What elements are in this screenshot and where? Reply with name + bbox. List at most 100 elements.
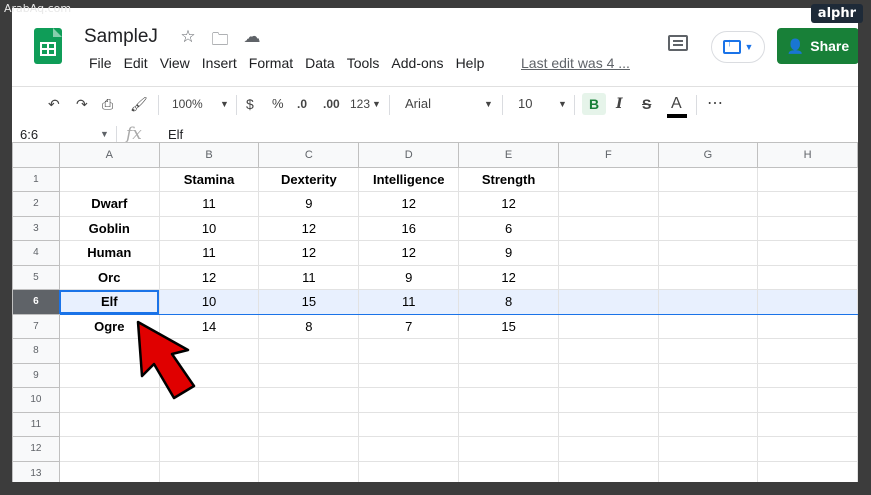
cell-c9[interactable] [258,362,360,388]
cell-f1[interactable] [557,166,659,192]
cell-b6[interactable]: 10 [158,289,260,315]
cell-g11[interactable] [657,411,759,437]
cell-d5[interactable]: 9 [358,264,460,290]
undo-icon[interactable]: ↶ [48,93,60,115]
column-header-a[interactable]: A [58,142,160,168]
cell-f2[interactable] [557,191,659,217]
cell-e3[interactable]: 6 [458,215,559,241]
menu-help[interactable]: Help [450,55,491,71]
cell-a6[interactable]: Elf [58,289,160,315]
menu-addons[interactable]: Add-ons [385,55,449,71]
row-header[interactable]: 3 [12,215,60,241]
cell-b2[interactable]: 11 [158,191,260,217]
cell-h4[interactable] [757,240,858,266]
cell-f13[interactable] [557,460,659,482]
cell-d4[interactable]: 12 [358,240,460,266]
cell-c5[interactable]: 11 [258,264,360,290]
increase-decimal-button[interactable]: .00 [323,93,340,115]
cell-b1[interactable]: Stamina [158,166,260,192]
cell-e7[interactable]: 15 [458,313,559,339]
more-formats-button[interactable]: 123 [350,93,370,115]
cell-f9[interactable] [557,362,659,388]
row-header[interactable]: 8 [12,338,60,364]
cell-e13[interactable] [458,460,559,482]
cell-e6[interactable]: 8 [458,289,559,315]
column-header-b[interactable]: B [158,142,260,168]
cell-d10[interactable] [358,387,460,413]
column-header-h[interactable]: H [757,142,858,168]
cell-d7[interactable]: 7 [358,313,460,339]
cell-e5[interactable]: 12 [458,264,559,290]
zoom-select[interactable]: 100% [172,93,203,115]
cell-e11[interactable] [458,411,559,437]
cell-g4[interactable] [657,240,759,266]
cell-d3[interactable]: 16 [358,215,460,241]
cell-c3[interactable]: 12 [258,215,360,241]
cell-h8[interactable] [757,338,858,364]
column-header-e[interactable]: E [458,142,559,168]
column-header-d[interactable]: D [358,142,460,168]
column-header-c[interactable]: C [258,142,360,168]
name-box[interactable]: 6:6 [20,127,38,142]
cell-g2[interactable] [657,191,759,217]
menu-file[interactable]: File [83,55,118,71]
cell-h11[interactable] [757,411,858,437]
cell-g9[interactable] [657,362,759,388]
cell-c13[interactable] [258,460,360,482]
cell-h13[interactable] [757,460,858,482]
cell-h7[interactable] [757,313,858,339]
cell-a13[interactable] [58,460,160,482]
row-header[interactable]: 1 [12,166,60,192]
cell-g1[interactable] [657,166,759,192]
cell-b11[interactable] [158,411,260,437]
print-icon[interactable]: ⎙ [102,93,113,115]
cell-d12[interactable] [358,436,460,462]
cell-f5[interactable] [557,264,659,290]
font-size-select[interactable]: 10 [518,93,532,115]
cell-a1[interactable] [58,166,160,192]
italic-button[interactable]: I [616,93,623,115]
cell-c12[interactable] [258,436,360,462]
cell-d9[interactable] [358,362,460,388]
text-color-button[interactable]: A [671,93,682,115]
row-header[interactable]: 11 [12,411,60,437]
column-header-f[interactable]: F [557,142,659,168]
menu-format[interactable]: Format [243,55,299,71]
cell-d13[interactable] [358,460,460,482]
font-select[interactable]: Arial [405,93,431,115]
menu-view[interactable]: View [154,55,196,71]
cell-e4[interactable]: 9 [458,240,559,266]
redo-icon[interactable]: ↷ [76,93,88,115]
cell-a11[interactable] [58,411,160,437]
cell-h6[interactable] [757,289,858,315]
cell-g7[interactable] [657,313,759,339]
column-header-g[interactable]: G [657,142,759,168]
cell-f8[interactable] [557,338,659,364]
row-header[interactable]: 5 [12,264,60,290]
menu-edit[interactable]: Edit [118,55,154,71]
cell-c7[interactable]: 8 [258,313,360,339]
cell-a12[interactable] [58,436,160,462]
cell-d11[interactable] [358,411,460,437]
cell-b12[interactable] [158,436,260,462]
cell-a2[interactable]: Dwarf [58,191,160,217]
row-header[interactable]: 12 [12,436,60,462]
cell-a4[interactable]: Human [58,240,160,266]
cell-c8[interactable] [258,338,360,364]
folder-icon[interactable]: 🗀 [209,27,231,56]
share-button[interactable]: 👤 Share [777,28,858,64]
cell-c1[interactable]: Dexterity [258,166,360,192]
cell-d6[interactable]: 11 [358,289,460,315]
row-header[interactable]: 2 [12,191,60,217]
cell-g3[interactable] [657,215,759,241]
cell-g6[interactable] [657,289,759,315]
cell-f6[interactable] [557,289,659,315]
cell-h1[interactable] [757,166,858,192]
percent-format-button[interactable]: % [272,93,284,115]
menu-tools[interactable]: Tools [341,55,386,71]
cell-g5[interactable] [657,264,759,290]
cell-h5[interactable] [757,264,858,290]
row-header[interactable]: 9 [12,362,60,388]
menu-insert[interactable]: Insert [196,55,243,71]
cell-b13[interactable] [158,460,260,482]
